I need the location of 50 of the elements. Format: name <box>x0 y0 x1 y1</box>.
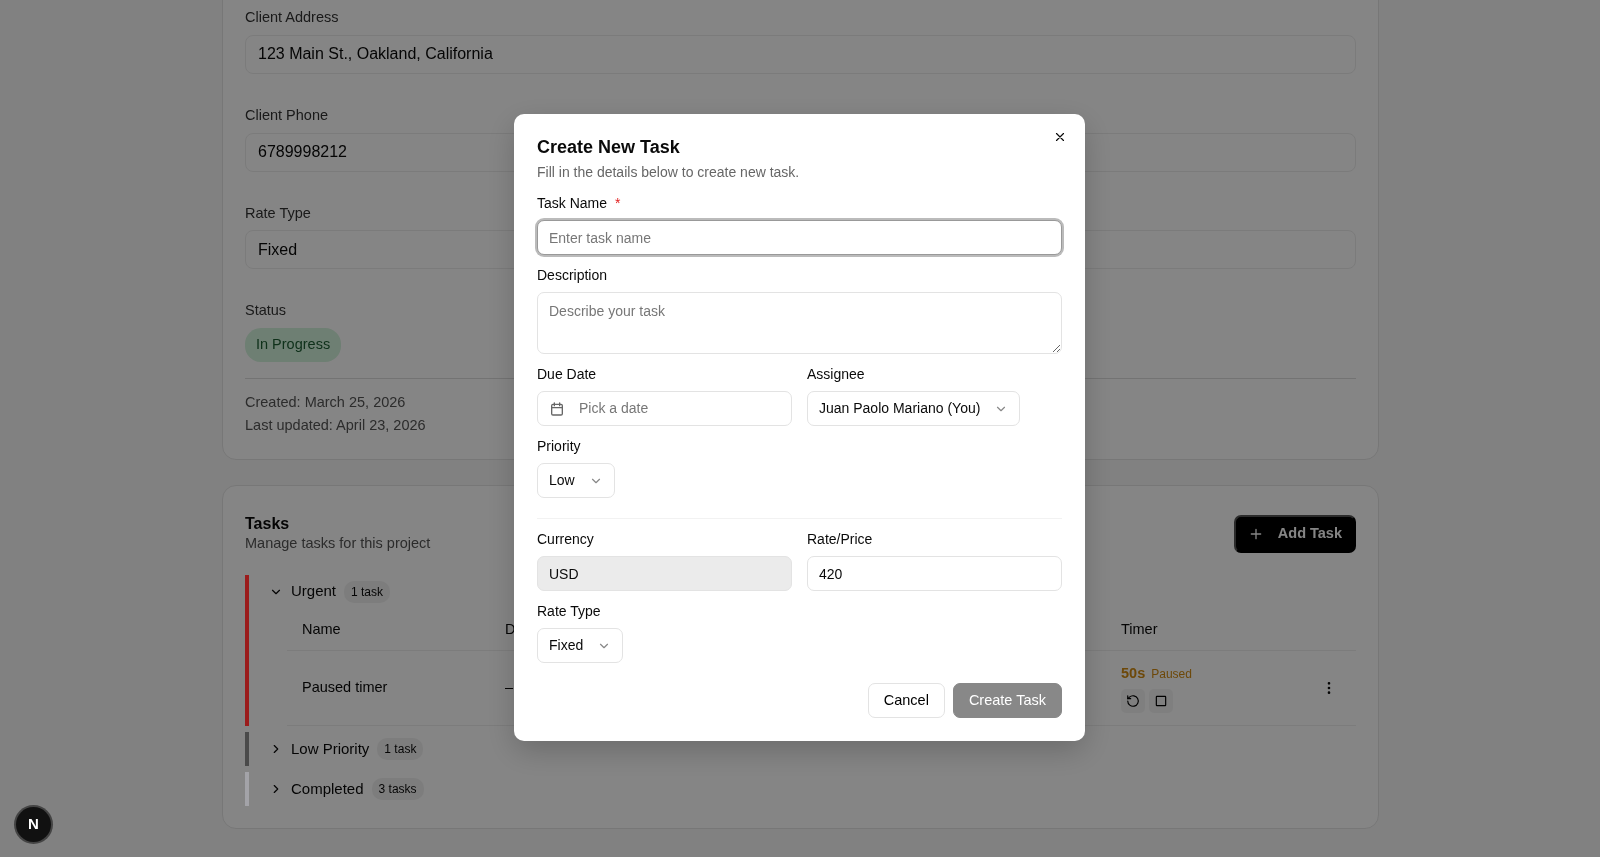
timer-value: 50s <box>1121 664 1146 684</box>
field-label: Description <box>537 266 609 285</box>
group-name[interactable]: Urgent <box>291 580 337 603</box>
field-label: Assignee <box>807 365 866 384</box>
field-label: Rate/Price <box>807 530 874 549</box>
stop-button[interactable] <box>1149 689 1173 713</box>
section-title: Tasks <box>245 514 291 533</box>
field-label: Client Phone <box>245 105 329 125</box>
reset-icon <box>1126 694 1140 708</box>
calendar-icon <box>549 400 565 417</box>
input-field[interactable]: 420 <box>807 556 1062 591</box>
field-label: Due Date <box>537 365 598 384</box>
task-count: 3 tasks <box>371 778 424 800</box>
dialog-title: Create New Task <box>537 136 681 158</box>
group-name[interactable]: Completed <box>291 777 364 801</box>
task-count: 1 task <box>377 738 424 760</box>
input-field[interactable]: Enter task name <box>537 220 1062 255</box>
column-header: Timer <box>1121 620 1158 637</box>
status-badge: In Progress <box>245 328 342 362</box>
field-label: Rate Type <box>245 203 311 223</box>
cancel-button[interactable]: Cancel <box>867 683 945 718</box>
field-label: Status <box>245 301 287 321</box>
add-task-button[interactable]: Add Task <box>1233 514 1356 553</box>
required-mark: * <box>615 195 621 211</box>
priority-select[interactable]: Low <box>537 463 615 498</box>
rate-type-select[interactable]: Fixed <box>537 628 624 663</box>
dialog-subtitle: Fill in the details below to create new task. <box>537 163 801 182</box>
assignee-select[interactable]: Juan Paolo Mariano (You) <box>807 391 1021 426</box>
table-cell-text: Paused timer <box>302 678 388 698</box>
field-label: Client Address <box>245 8 339 27</box>
read-only-field: 123 Main St., Oakland, California <box>245 34 1356 74</box>
close-icon[interactable] <box>1053 130 1067 144</box>
date-picker[interactable]: Pick a date <box>537 391 792 426</box>
timer-state: Paused <box>1151 666 1192 684</box>
created-date: Created: March 25, 2026 <box>245 392 406 412</box>
updated-date: Last updated: April 23, 2026 <box>245 415 426 435</box>
reset-button[interactable] <box>1121 689 1145 713</box>
column-header: Name <box>302 620 341 637</box>
table-cell-text: – <box>505 678 514 698</box>
field-label: Currency <box>537 530 595 549</box>
group-name[interactable]: Low Priority <box>291 737 370 761</box>
field-label: Priority <box>537 437 582 456</box>
field-label: Rate Type <box>537 602 602 621</box>
text-area[interactable]: Describe your task <box>537 292 1062 354</box>
task-count: 1 task <box>344 580 391 603</box>
field-label: Task Name <box>537 195 608 211</box>
stop-icon <box>1154 694 1168 708</box>
dev-tools-badge[interactable]: N <box>16 807 51 842</box>
section-subtitle: Manage tasks for this project <box>245 533 431 553</box>
input-field: USD <box>537 556 792 591</box>
